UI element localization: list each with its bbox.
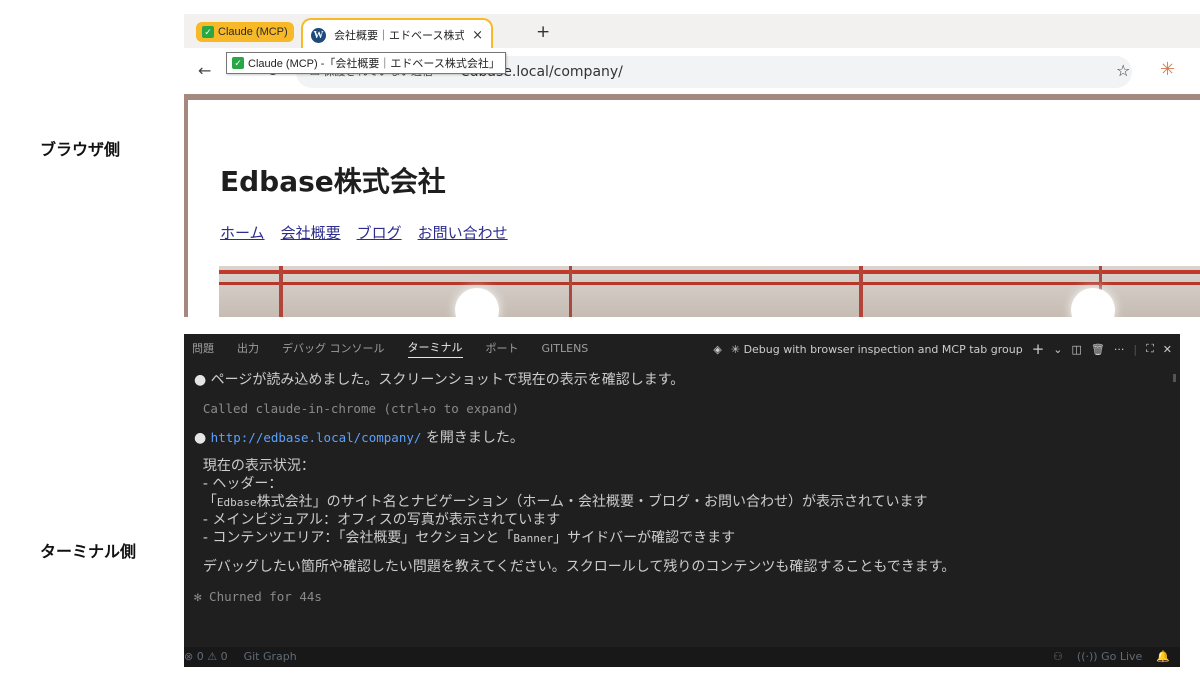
tab-problems[interactable]: 問題 bbox=[192, 340, 214, 356]
claude-extension-icon[interactable]: ✳ bbox=[1160, 59, 1175, 80]
nav-blog-link[interactable]: ブログ bbox=[357, 222, 402, 243]
bookmark-star-icon[interactable]: ☆ bbox=[1116, 61, 1130, 80]
active-tab[interactable]: W 会社概要｜エドベース株式会社 × bbox=[301, 18, 493, 50]
output-line: - ヘッダー： bbox=[202, 476, 283, 492]
site-navigation: ホーム 会社概要 ブログ お問い合わせ bbox=[220, 222, 508, 243]
tab-gitlens[interactable]: GITLENS bbox=[542, 342, 589, 355]
copilot-icon[interactable]: ⚇ bbox=[1053, 650, 1063, 663]
check-icon: ✓ bbox=[232, 57, 244, 69]
tooltip-text: Claude (MCP) -「会社概要｜エドベース株式会社」 bbox=[248, 58, 500, 70]
output-line: 現在の表示状況： bbox=[202, 458, 315, 474]
maximize-panel-icon[interactable]: ⛶ bbox=[1146, 342, 1154, 356]
panel-actions: ◈ ✳ Debug with browser inspection and MC… bbox=[713, 340, 1172, 358]
tab-output[interactable]: 出力 bbox=[237, 340, 259, 356]
status-bar: ⊗ 0 ⚠ 0 Git Graph ⚇ ((·)) Go Live 🔔 bbox=[184, 647, 1180, 667]
status-bar-left: ⊗ 0 ⚠ 0 Git Graph bbox=[184, 650, 297, 663]
close-panel-icon[interactable]: ✕ bbox=[1163, 343, 1172, 356]
problems-status[interactable]: ⊗ 0 ⚠ 0 bbox=[184, 650, 228, 663]
terminal-output: ● ページが読み込めました。スクリーンショットで現在の表示を確認します。 Cal… bbox=[194, 366, 1166, 607]
chevron-down-icon[interactable]: ⌄ bbox=[1053, 343, 1062, 356]
notifications-bell-icon[interactable]: 🔔 bbox=[1156, 650, 1170, 663]
page-viewport-frame: Edbase株式会社 ホーム 会社概要 ブログ お問い合わせ bbox=[184, 94, 1200, 317]
tab-ports[interactable]: ポート bbox=[486, 340, 519, 356]
output-line: - メインビジュアル：オフィスの写真が表示されています bbox=[202, 512, 561, 528]
scrollbar-thumb[interactable] bbox=[1173, 374, 1176, 382]
output-line: デバッグしたい箇所や確認したい問題を教えてください。スクロールして残りのコンテン… bbox=[202, 559, 956, 575]
output-line: ● ページが読み込めました。スクリーンショットで現在の表示を確認します。 bbox=[194, 372, 685, 388]
nav-contact-link[interactable]: お問い合わせ bbox=[418, 222, 508, 243]
output-line: - コンテンツエリア：「会社概要」セクションと「Banner」サイドバーが確認で… bbox=[202, 530, 736, 546]
tab-group-tooltip: ✓ Claude (MCP) -「会社概要｜エドベース株式会社」 bbox=[226, 52, 506, 74]
divider: | bbox=[1133, 342, 1138, 356]
output-line: Called claude-in-chrome (ctrl+o to expan… bbox=[202, 401, 519, 416]
tab-terminal[interactable]: ターミナル bbox=[407, 339, 463, 358]
output-line: ● http://edbase.local/company/ を開きました。 bbox=[194, 430, 524, 446]
back-button[interactable]: ← bbox=[198, 61, 211, 80]
output-line: 「Edbase株式会社」のサイト名とナビゲーション（ホーム・会社概要・ブログ・お… bbox=[202, 494, 928, 510]
browser-side-label: ブラウザ側 bbox=[40, 140, 121, 159]
nav-home-link[interactable]: ホーム bbox=[220, 222, 265, 243]
status-bar-right: ⚇ ((·)) Go Live 🔔 bbox=[1053, 650, 1170, 663]
tab-title: 会社概要｜エドベース株式会社 bbox=[334, 29, 465, 42]
site-title: Edbase株式会社 bbox=[220, 165, 446, 198]
vscode-panel: 問題 出力 デバッグ コンソール ターミナル ポート GITLENS ◈ ✳ D… bbox=[184, 334, 1180, 667]
tab-debug-console[interactable]: デバッグ コンソール bbox=[282, 340, 385, 356]
tab-group-chip[interactable]: ✓ Claude (MCP) bbox=[196, 22, 294, 42]
browser-window: ✓ Claude (MCP) W 会社概要｜エドベース株式会社 × + ← → … bbox=[184, 14, 1200, 317]
terminal-session-title[interactable]: ✳ Debug with browser inspection and MCP … bbox=[731, 343, 1023, 356]
url-link[interactable]: http://edbase.local/company/ bbox=[211, 430, 422, 445]
go-live-button[interactable]: ((·)) Go Live bbox=[1077, 650, 1142, 663]
git-graph-button[interactable]: Git Graph bbox=[244, 650, 297, 663]
split-terminal-icon[interactable]: ◫ bbox=[1071, 343, 1081, 356]
terminal-side-label: ターミナル側 bbox=[40, 542, 137, 561]
close-tab-icon[interactable]: × bbox=[472, 28, 483, 43]
hero-office-photo bbox=[219, 266, 1200, 317]
more-actions-icon[interactable]: ··· bbox=[1114, 343, 1125, 356]
add-terminal-icon[interactable]: + bbox=[1032, 340, 1045, 358]
tab-strip: ✓ Claude (MCP) W 会社概要｜エドベース株式会社 × + bbox=[184, 14, 1200, 50]
wordpress-icon: W bbox=[311, 27, 326, 43]
tab-group-label: Claude (MCP) bbox=[218, 26, 288, 38]
new-tab-button[interactable]: + bbox=[536, 22, 550, 42]
trash-icon[interactable]: 🗑 bbox=[1091, 343, 1105, 356]
check-icon: ✓ bbox=[202, 26, 214, 38]
web-page: Edbase株式会社 ホーム 会社概要 ブログ お問い合わせ bbox=[188, 100, 1200, 317]
output-line: ✻ Churned for 44s bbox=[194, 589, 322, 604]
nav-company-link[interactable]: 会社概要 bbox=[281, 222, 341, 243]
terminal-session-icon: ◈ bbox=[713, 342, 722, 356]
